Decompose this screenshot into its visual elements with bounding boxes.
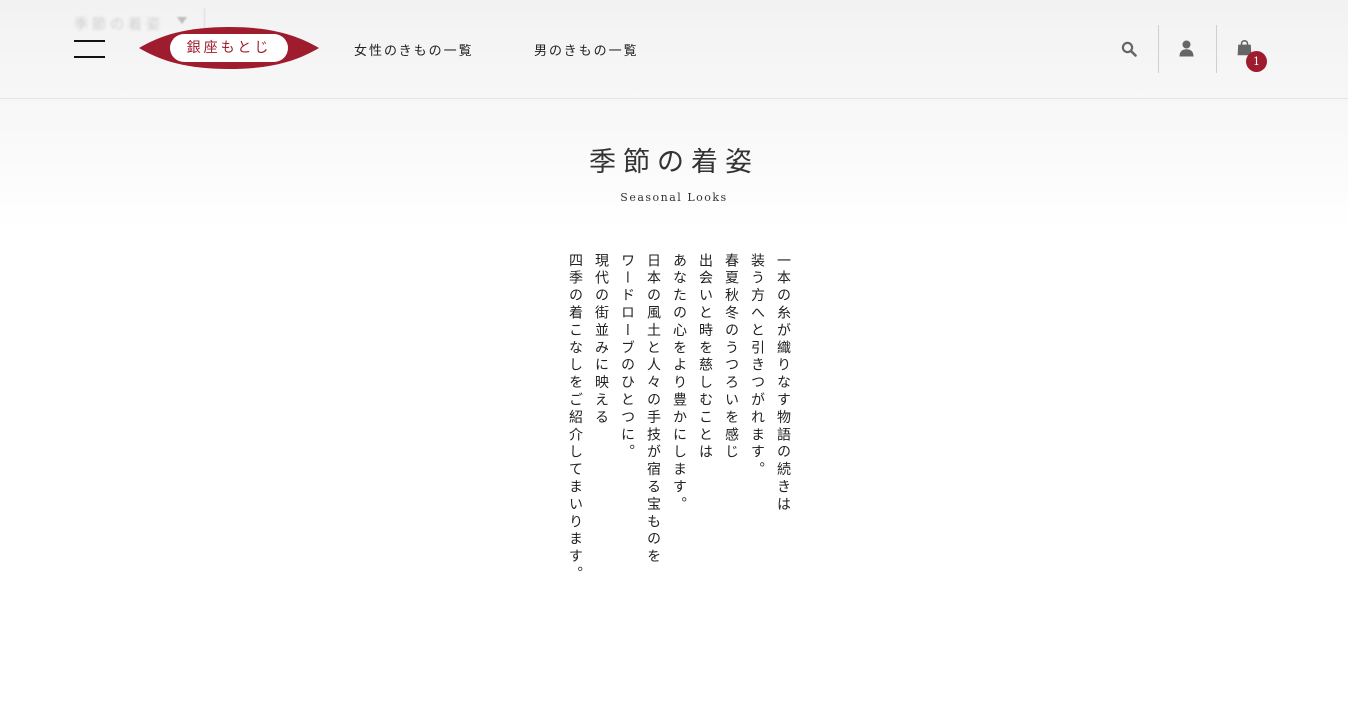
hamburger-menu-icon[interactable] [74,40,105,58]
site-logo[interactable]: 銀座もとじ [139,27,319,69]
poem-line: ワードローブのひとつに。 [619,253,635,462]
vertical-poem: 一本の糸が織りなす物語の続きは 装う方へと引きつがれます。 春夏秋冬のうつろいを… [552,253,796,593]
user-icon [1179,40,1194,57]
page-subtitle: Seasonal Looks [620,191,728,204]
poem-line: 春夏秋冬のうつろいを感じ [723,253,739,462]
ghost-chevron-down-icon [177,17,187,24]
site-header: 季節の着姿 銀座もとじ 女性のきもの一覧 男のきもの一覧 1 [0,0,1348,99]
page-title: 季節の着姿 [589,147,759,178]
logo-text: 銀座もとじ [186,40,272,56]
poem-line: 現代の街並みに映える [593,253,609,427]
nav-women-kimono[interactable]: 女性のきもの一覧 [354,40,474,59]
poem-line: 装う方へと引きつがれます。 [749,253,765,480]
poem-line: 出会いと時を慈しむことは [697,253,713,462]
account-button[interactable] [1159,25,1216,73]
poem-line: あなたの心をより豊かにします。 [671,253,687,514]
nav-men-kimono[interactable]: 男のきもの一覧 [534,40,639,59]
poem-line: 四季の着こなしをご紹介してまいります。 [567,253,583,584]
poem-line: 一本の糸が織りなす物語の続きは [775,253,791,514]
search-icon [1121,41,1137,57]
poem-line: 日本の風土と人々の手技が宿る宝ものを [645,253,661,567]
cart-count-badge: 1 [1246,51,1267,72]
search-button[interactable] [1101,25,1158,73]
